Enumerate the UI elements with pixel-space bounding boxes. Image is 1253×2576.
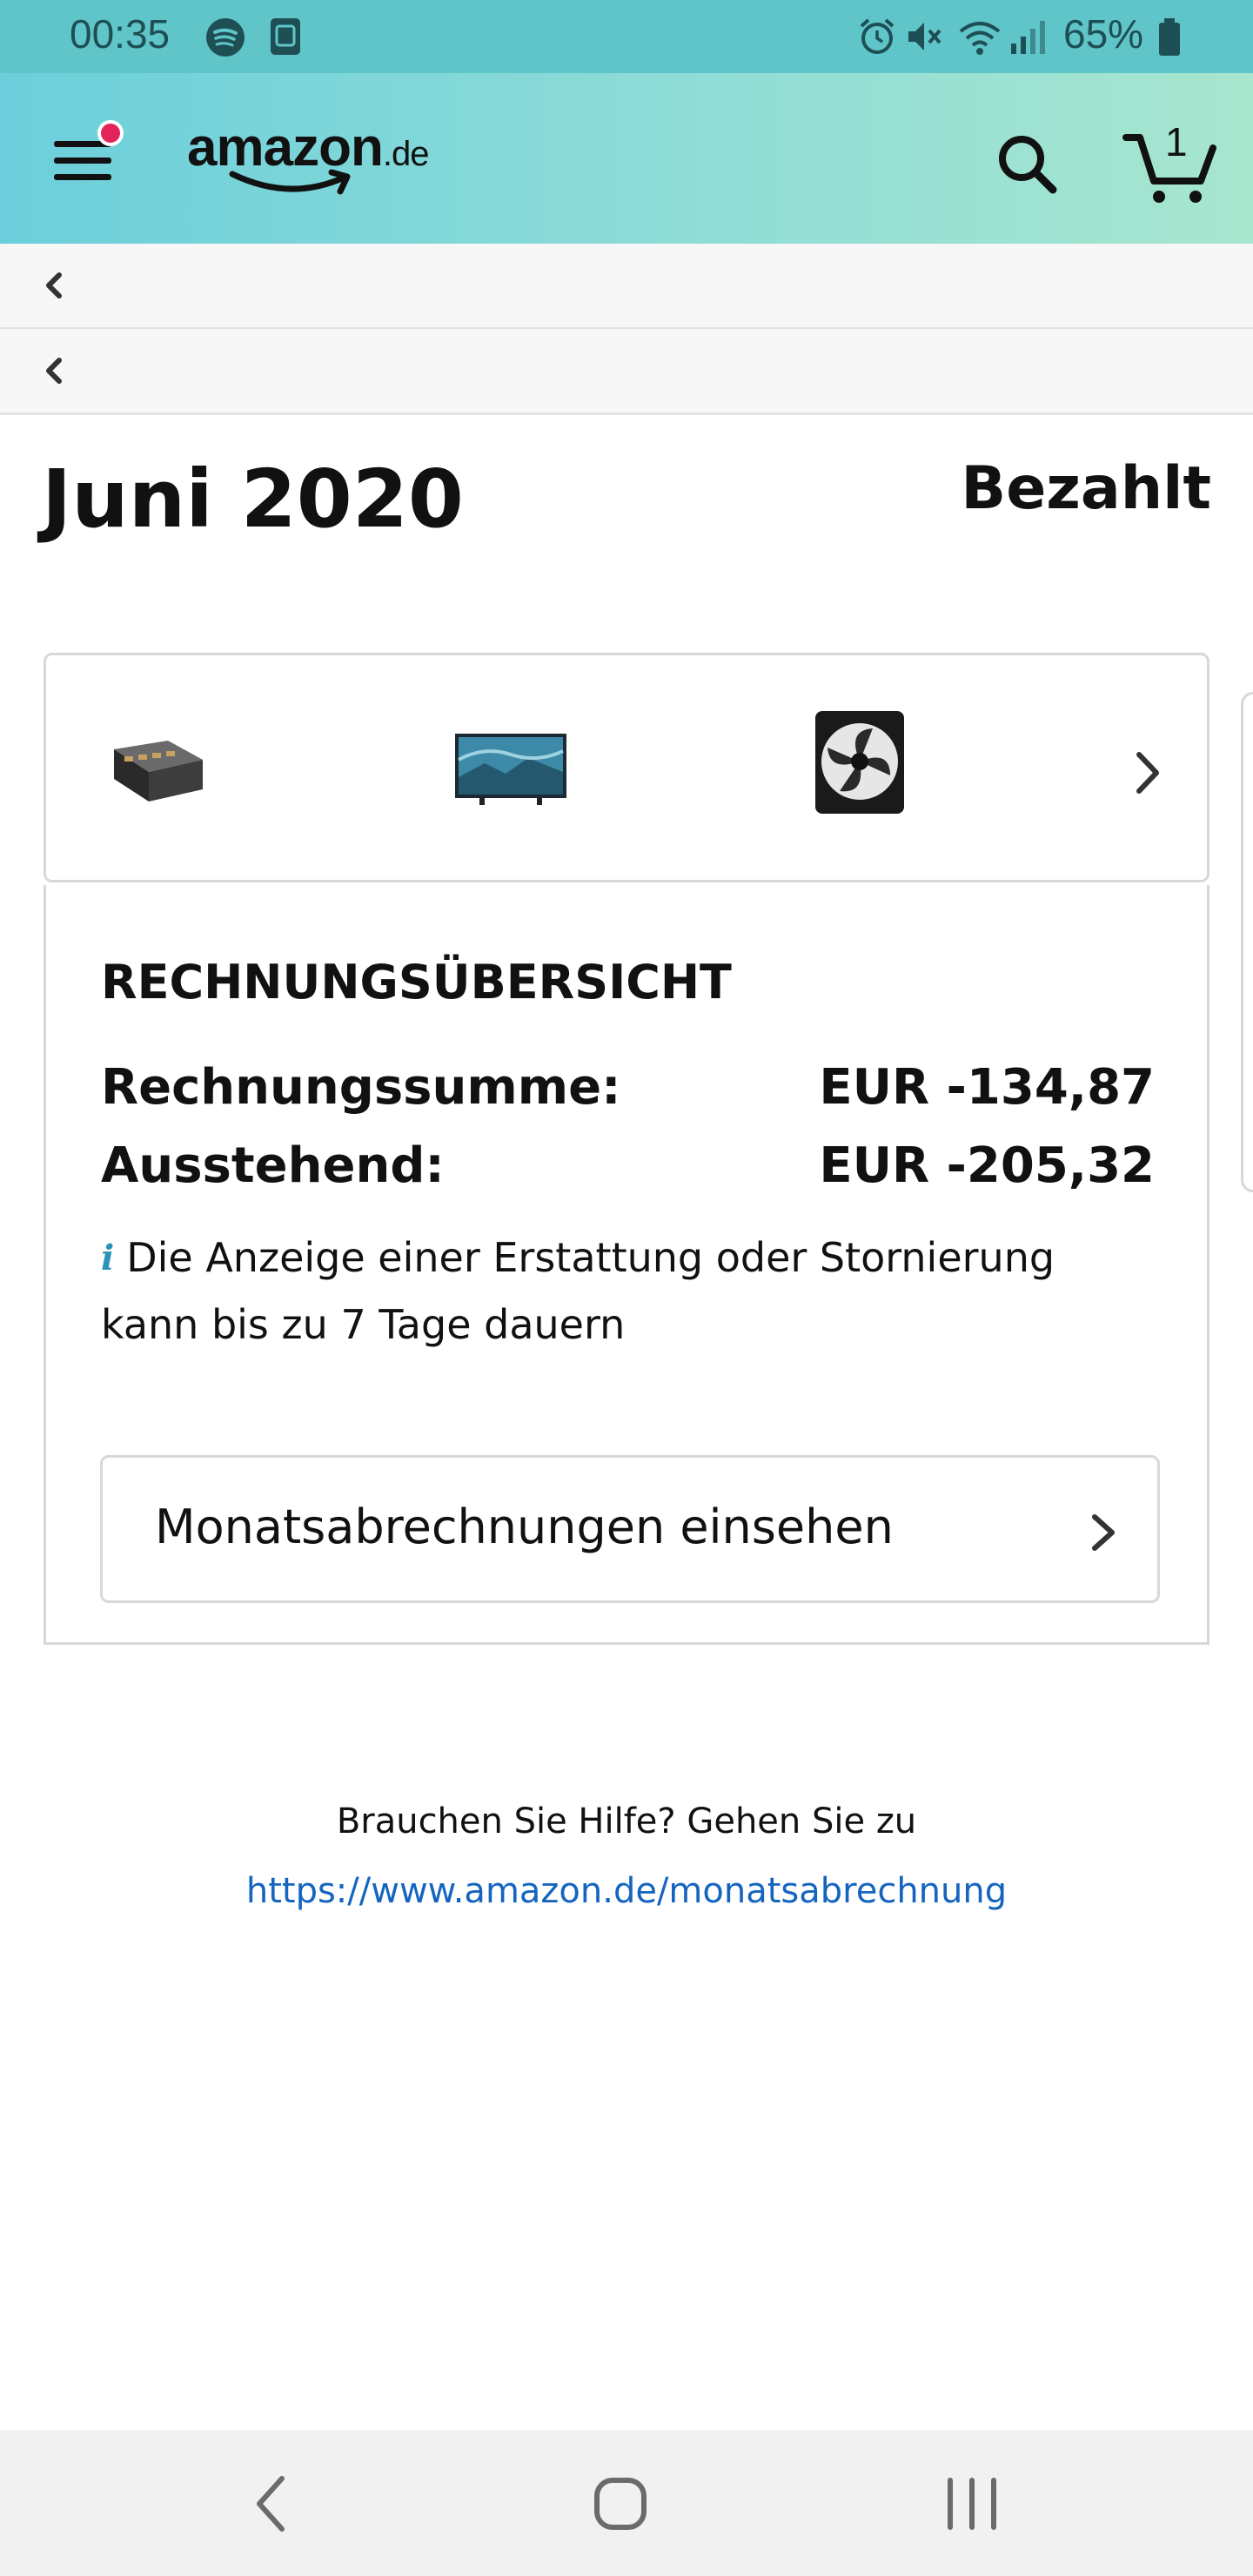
spotify-icon xyxy=(206,18,245,57)
amazon-logo[interactable]: amazon.de xyxy=(187,117,466,204)
breadcrumb-row xyxy=(0,329,1253,415)
outstanding-value: EUR -205,32 xyxy=(819,1137,1155,1194)
status-time: 00:35 xyxy=(70,11,171,57)
next-card-peek xyxy=(1241,692,1253,1192)
cart-button[interactable]: 1 xyxy=(1122,119,1218,209)
info-icon: i xyxy=(101,1238,115,1278)
recents-nav-icon[interactable] xyxy=(933,2465,1011,2543)
signal-icon xyxy=(1011,21,1045,54)
chevron-left-icon[interactable] xyxy=(35,266,73,305)
home-nav-icon[interactable] xyxy=(581,2465,660,2543)
search-button[interactable] xyxy=(992,129,1062,198)
help-link[interactable]: https://www.amazon.de/monatsabrechnung xyxy=(0,1871,1253,1911)
invoice-total-label: Rechnungssumme: xyxy=(101,1059,621,1116)
payment-status: Bezahlt xyxy=(961,454,1211,523)
mute-icon xyxy=(908,23,941,50)
product-thumbnail-strip xyxy=(44,653,1209,882)
summary-heading: RECHNUNGSÜBERSICHT xyxy=(101,955,732,1010)
app-header: amazon.de 1 xyxy=(0,73,1253,244)
system-nav-bar xyxy=(0,2430,1253,2576)
tv-thumbnail[interactable] xyxy=(450,725,572,812)
chevron-left-icon[interactable] xyxy=(35,352,73,390)
refund-info-note: i Die Anzeige einer Erstattung oder Storn… xyxy=(101,1224,1128,1358)
screenshot-notification-icon xyxy=(271,18,300,55)
logo-tld: .de xyxy=(382,135,430,173)
monthly-statements-label: Monatsabrechnungen einsehen xyxy=(155,1499,894,1554)
breadcrumb-row xyxy=(0,244,1253,330)
invoice-total-value: EUR -134,87 xyxy=(819,1059,1155,1116)
wifi-icon xyxy=(959,22,1001,55)
page-title: Juni 2020 xyxy=(42,453,464,546)
alarm-icon xyxy=(860,18,895,54)
back-nav-icon[interactable] xyxy=(233,2465,312,2543)
product-box-thumbnail[interactable] xyxy=(107,714,211,819)
status-bar: 00:35 65% xyxy=(0,0,1253,73)
battery-percent: 65% xyxy=(1063,11,1144,57)
outstanding-label: Ausstehend: xyxy=(101,1137,445,1194)
cpu-cooler-thumbnail[interactable] xyxy=(803,704,916,826)
notification-dot xyxy=(97,120,124,146)
refund-info-text: Die Anzeige einer Erstattung oder Storni… xyxy=(101,1234,1055,1348)
cart-count: 1 xyxy=(1165,119,1188,164)
logo-smile-icon xyxy=(229,169,351,195)
battery-icon xyxy=(1159,18,1180,56)
chevron-right-icon[interactable] xyxy=(1125,742,1169,803)
help-text: Brauchen Sie Hilfe? Gehen Sie zu xyxy=(336,1801,917,1841)
search-icon xyxy=(999,136,1057,194)
chevron-right-icon xyxy=(1092,1514,1115,1551)
view-monthly-statements-button[interactable]: Monatsabrechnungen einsehen xyxy=(100,1455,1160,1603)
invoice-summary-card: RECHNUNGSÜBERSICHT Rechnungssumme: EUR -… xyxy=(44,885,1209,1645)
